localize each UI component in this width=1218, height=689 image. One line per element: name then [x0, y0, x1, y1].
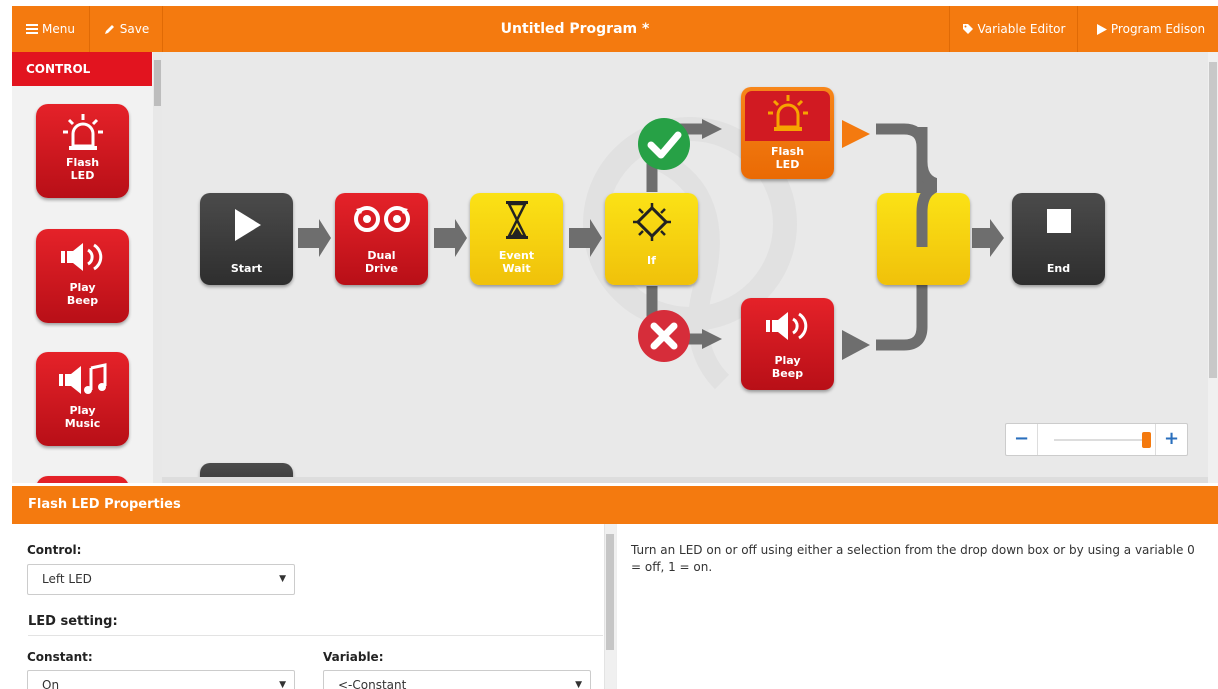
palette-block-label: Play Music [64, 404, 101, 430]
block-if[interactable]: If [605, 193, 698, 285]
dual-wheels-icon [353, 206, 410, 232]
play-icon [234, 209, 261, 241]
arrow-connector [298, 219, 331, 257]
block-dual-drive[interactable]: Dual Drive [335, 193, 428, 285]
control-select-value: Left LED [42, 572, 92, 586]
hamburger-icon [26, 24, 39, 34]
palette-block-flash-led[interactable]: Flash LED [36, 104, 129, 198]
arrow-connector [972, 219, 1004, 257]
block-label: Start [230, 262, 263, 275]
properties-scroll-thumb[interactable] [606, 534, 614, 650]
led-setting-heading: LED setting: [28, 614, 603, 636]
block-label: Event Wait [498, 249, 535, 275]
block-label: Play Beep [771, 354, 804, 380]
menu-button[interactable]: Menu [12, 6, 90, 52]
palette-block-partial[interactable] [36, 476, 129, 483]
variable-select-value: <-Constant [338, 678, 407, 689]
constant-select[interactable]: On ▼ [27, 670, 295, 689]
program-title: Untitled Program * [500, 21, 650, 37]
variable-select[interactable]: <-Constant ▼ [323, 670, 591, 689]
program-edison-button[interactable]: Program Edison [1084, 6, 1218, 52]
palette-block-label: Play Beep [66, 281, 99, 307]
program-canvas[interactable]: Start Dual Drive Event Wait If Flash LED… [162, 52, 1208, 483]
block-flash-led[interactable]: Flash LED [741, 87, 834, 179]
chevron-down-icon: ▼ [279, 574, 286, 584]
speaker-icon [60, 243, 102, 271]
control-label: Control: [27, 543, 82, 557]
zoom-control: − + [1005, 423, 1188, 456]
block-event-wait[interactable]: Event Wait [470, 193, 563, 285]
constant-label: Constant: [27, 650, 93, 664]
palette-block-play-music[interactable]: Play Music [36, 352, 129, 446]
top-bar: Menu Save Untitled Program * Variable Ed… [12, 6, 1218, 52]
canvas-horizontal-scrollbar[interactable] [162, 477, 1208, 483]
zoom-slider-handle[interactable] [1141, 432, 1151, 448]
block-label: Flash LED [770, 145, 805, 171]
palette-category-header[interactable]: CONTROL [12, 52, 152, 86]
chevron-down-icon: ▼ [575, 680, 582, 689]
palette-scrollbar[interactable] [153, 52, 162, 483]
block-end[interactable]: End [1012, 193, 1105, 285]
true-check-icon [638, 118, 690, 170]
block-palette: CONTROL Flash LED Play Beep Play Music [12, 52, 162, 483]
zoom-slider-track[interactable] [1054, 439, 1149, 441]
variable-label: Variable: [323, 650, 384, 664]
hourglass-icon [505, 201, 528, 239]
variable-editor-button[interactable]: Variable Editor [949, 6, 1078, 52]
save-button-label: Save [119, 22, 150, 36]
save-button[interactable]: Save [91, 6, 163, 52]
alarm-light-icon [62, 114, 103, 150]
chevron-down-icon: ▼ [279, 680, 286, 689]
menu-button-label: Menu [42, 22, 75, 36]
help-text: Turn an LED on or off using either a sel… [631, 543, 1195, 574]
false-cross-icon [638, 310, 690, 362]
stop-icon [1046, 209, 1071, 233]
music-icon [58, 363, 106, 394]
variable-editor-label: Variable Editor [977, 22, 1066, 36]
canvas-vertical-scroll-thumb[interactable] [1209, 62, 1217, 378]
merge-overlay-lines [916, 127, 937, 247]
block-label: End [1046, 262, 1071, 275]
speaker-icon [765, 312, 807, 340]
palette-scroll-thumb[interactable] [154, 60, 161, 106]
tag-icon [962, 24, 973, 34]
constant-select-value: On [42, 678, 60, 689]
block-label: Dual Drive [365, 249, 398, 275]
app-window: Menu Save Untitled Program * Variable Ed… [0, 0, 1218, 689]
block-label: If [647, 254, 656, 267]
zoom-in-button[interactable]: + [1155, 424, 1187, 455]
palette-block-play-beep[interactable]: Play Beep [36, 229, 129, 323]
properties-title: Flash LED Properties [12, 486, 1218, 524]
properties-form: Control: Left LED ▼ LED setting: Constan… [12, 524, 604, 689]
pencil-icon [104, 25, 114, 34]
block-start[interactable]: Start [200, 193, 293, 285]
control-select[interactable]: Left LED ▼ [27, 564, 295, 595]
play-icon [1096, 23, 1107, 35]
zoom-out-button[interactable]: − [1006, 424, 1038, 455]
palette-block-label: Flash LED [65, 156, 100, 182]
block-play-beep[interactable]: Play Beep [741, 298, 834, 390]
orange-arrow-connector [842, 120, 870, 148]
chip-icon [632, 203, 671, 241]
program-edison-label: Program Edison [1110, 22, 1206, 36]
alarm-light-icon [767, 95, 808, 131]
arrow-connector [434, 219, 467, 257]
properties-help-panel: Turn an LED on or off using either a sel… [616, 524, 1218, 689]
